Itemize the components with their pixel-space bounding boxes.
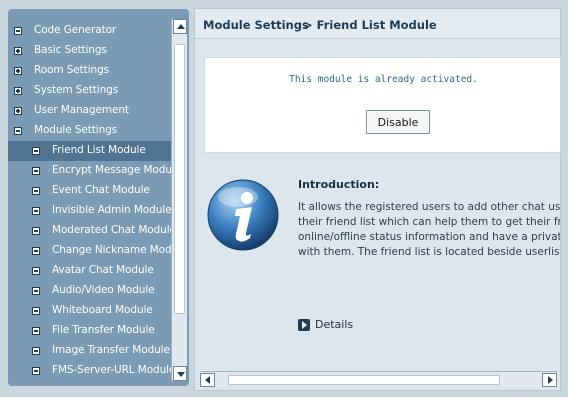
- collapse-icon[interactable]: [32, 207, 40, 215]
- info-icon: [207, 179, 279, 251]
- collapse-icon[interactable]: [32, 307, 40, 315]
- collapse-icon[interactable]: [32, 187, 40, 195]
- sidebar-scrollbar[interactable]: [171, 19, 187, 381]
- collapse-icon[interactable]: [32, 227, 40, 235]
- intro-line: their friend list which can help them to…: [298, 216, 560, 228]
- horizontal-scroll-thumb[interactable]: [228, 375, 500, 385]
- intro-line: with them. The friend list is located be…: [298, 246, 560, 258]
- horizontal-scrollbar[interactable]: [200, 371, 557, 387]
- sidebar-item[interactable]: FMS-Server-URL Module: [8, 361, 171, 381]
- sidebar-item[interactable]: Invisible Admin Module: [8, 201, 171, 221]
- expand-icon[interactable]: [14, 107, 22, 115]
- sidebar-item-label: Audio/Video Module: [52, 284, 155, 296]
- sidebar-item[interactable]: File Transfer Module: [8, 321, 171, 341]
- sidebar-item[interactable]: Whiteboard Module: [8, 301, 171, 321]
- collapse-icon[interactable]: [32, 167, 40, 175]
- status-message: This module is already activated.: [289, 74, 478, 85]
- sidebar-item-label: User Management: [34, 104, 129, 116]
- sidebar-item-label: Module Settings: [34, 124, 118, 136]
- play-arrow-icon: [298, 319, 310, 331]
- sidebar-item[interactable]: Basic Settings: [8, 41, 171, 61]
- sidebar-item-label: Event Chat Module: [52, 184, 150, 196]
- scroll-left-icon[interactable]: [200, 373, 215, 387]
- sidebar-item-label: Image Transfer Module: [52, 344, 170, 356]
- sidebar-item-label: System Settings: [34, 84, 119, 96]
- sidebar-item[interactable]: Room Settings: [8, 61, 171, 81]
- sidebar-item-label: FMS-Server-URL Module: [52, 364, 171, 376]
- sidebar-item[interactable]: Code Generator: [8, 21, 171, 41]
- intro-line: It allows the registered users to add ot…: [298, 201, 560, 213]
- sidebar-item-label: Change Nickname Module: [52, 244, 171, 256]
- collapse-icon[interactable]: [14, 27, 22, 35]
- sidebar-item-label: Moderated Chat Module: [52, 224, 171, 236]
- intro-title: Introduction:: [298, 178, 380, 191]
- intro-line: online/offline status information and ha…: [298, 231, 560, 243]
- scroll-down-icon[interactable]: [173, 366, 187, 381]
- sidebar-item[interactable]: Image Transfer Module: [8, 341, 171, 361]
- sidebar-item[interactable]: Event Chat Module: [8, 181, 171, 201]
- collapse-icon[interactable]: [32, 287, 40, 295]
- sidebar-item-label: Whiteboard Module: [52, 304, 153, 316]
- collapse-icon[interactable]: [32, 267, 40, 275]
- collapse-icon[interactable]: [32, 327, 40, 335]
- page-title: Module Settings: [203, 18, 309, 32]
- status-box: This module is already activated. Disabl…: [204, 57, 561, 153]
- sidebar-scroll-thumb[interactable]: [174, 44, 185, 314]
- disable-button[interactable]: Disable: [366, 110, 430, 134]
- sidebar-item-label: Avatar Chat Module: [52, 264, 154, 276]
- sidebar-item-label: File Transfer Module: [52, 324, 155, 336]
- intro-text: It allows the registered users to add ot…: [298, 200, 560, 264]
- collapse-icon[interactable]: [32, 147, 40, 155]
- sidebar-item[interactable]: System Settings: [8, 81, 171, 101]
- collapse-icon[interactable]: [32, 347, 40, 355]
- sidebar-item[interactable]: Friend List Module: [8, 141, 171, 161]
- main-panel: Module Settings > Friend List Module Thi…: [194, 8, 561, 391]
- scroll-right-icon[interactable]: [542, 373, 557, 387]
- collapse-icon[interactable]: [32, 247, 40, 255]
- sidebar-item[interactable]: Module Settings: [8, 121, 171, 141]
- breadcrumb: > Friend List Module: [303, 18, 437, 32]
- sidebar: Code Generator Basic Settings Room Setting…: [8, 9, 189, 386]
- details-label: Details: [315, 318, 354, 331]
- sidebar-item[interactable]: Moderated Chat Module: [8, 221, 171, 241]
- sidebar-item-label: Friend List Module: [52, 144, 146, 156]
- sidebar-item[interactable]: User Management: [8, 101, 171, 121]
- sidebar-item[interactable]: Encrypt Message Module: [8, 161, 171, 181]
- expand-icon[interactable]: [14, 47, 22, 55]
- sidebar-item-label: Invisible Admin Module: [52, 204, 171, 216]
- sidebar-item-label: Room Settings: [34, 64, 110, 76]
- page-header: Module Settings > Friend List Module: [195, 9, 560, 39]
- sidebar-item-label: Basic Settings: [34, 44, 107, 56]
- sidebar-item[interactable]: Audio/Video Module: [8, 281, 171, 301]
- collapse-icon[interactable]: [14, 127, 22, 135]
- sidebar-item-label: Encrypt Message Module: [52, 164, 171, 176]
- expand-icon[interactable]: [14, 67, 22, 75]
- expand-icon[interactable]: [14, 87, 22, 95]
- sidebar-item[interactable]: Avatar Chat Module: [8, 261, 171, 281]
- sidebar-tree: Code Generator Basic Settings Room Setting…: [8, 9, 171, 386]
- collapse-icon[interactable]: [32, 367, 40, 375]
- sidebar-item[interactable]: Change Nickname Module: [8, 241, 171, 261]
- scroll-up-icon[interactable]: [173, 19, 187, 34]
- sidebar-item-label: Code Generator: [34, 24, 117, 36]
